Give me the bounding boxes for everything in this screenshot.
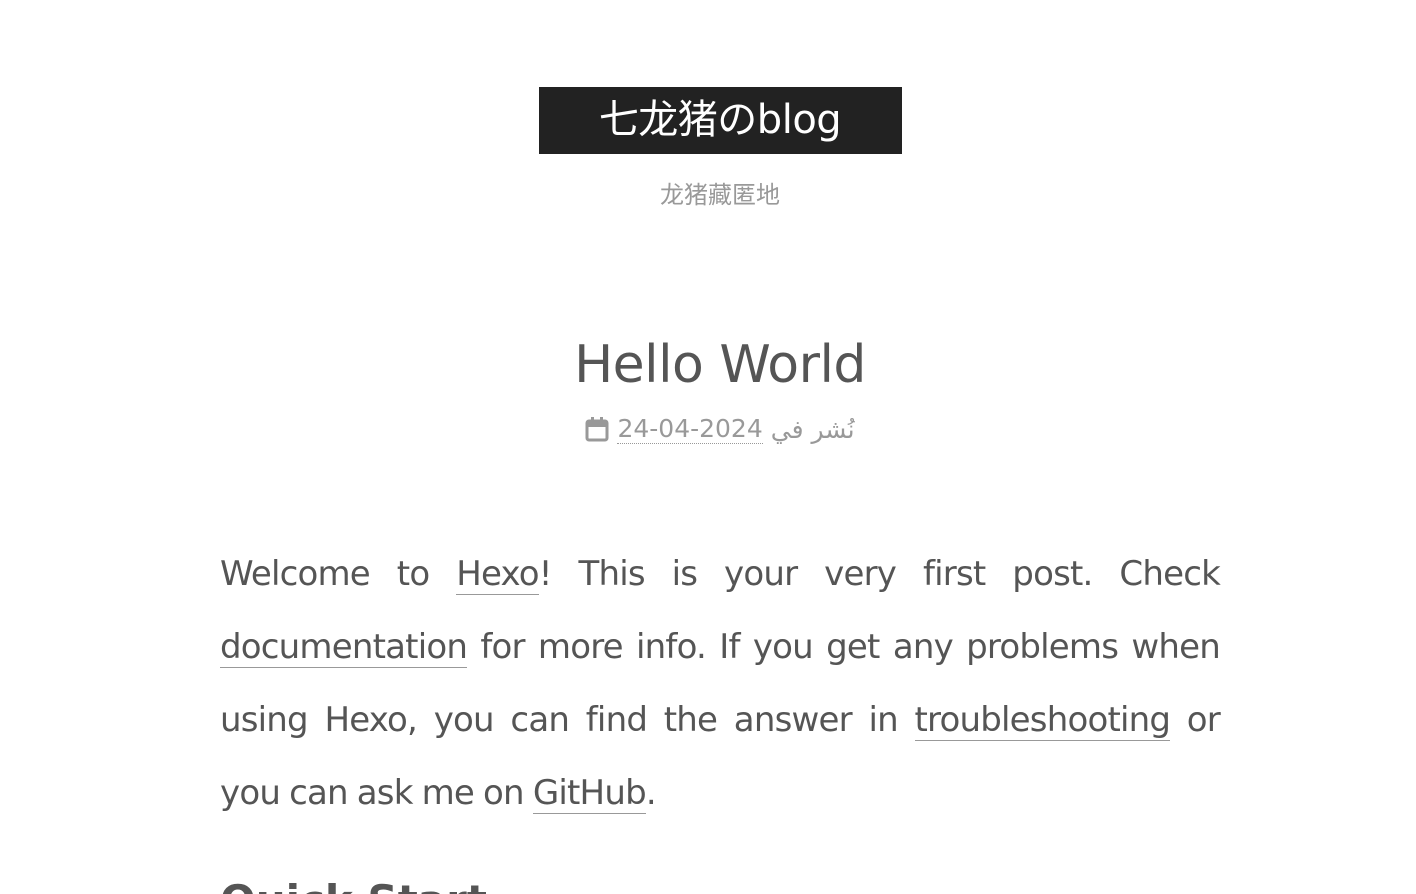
quick-start-heading: Quick Start bbox=[220, 876, 487, 894]
post-paragraph: Welcome to Hexo! This is your very first… bbox=[220, 538, 1221, 830]
site-header: 七龙猪のblog 龙猪藏匿地 bbox=[0, 87, 1416, 210]
post-meta-label: نُشر في bbox=[770, 414, 855, 444]
site-title-link[interactable]: 七龙猪のblog bbox=[599, 97, 842, 143]
body-text: . bbox=[645, 773, 657, 813]
troubleshooting-link[interactable]: troubleshooting bbox=[914, 700, 1171, 741]
post-body: Welcome to Hexo! This is your very first… bbox=[220, 538, 1221, 830]
github-link[interactable]: GitHub bbox=[532, 773, 647, 814]
body-text: Welcome to bbox=[220, 554, 457, 594]
site-subtitle: 龙猪藏匿地 bbox=[660, 181, 780, 209]
page: 七龙猪のblog 龙猪藏匿地 Hello World 24-04-2024 نُ… bbox=[0, 0, 1416, 894]
documentation-link[interactable]: documentation bbox=[220, 627, 468, 668]
post-date[interactable]: 24-04-2024 bbox=[617, 414, 763, 444]
hexo-link[interactable]: Hexo bbox=[456, 554, 540, 595]
post-title: Hello World bbox=[574, 335, 866, 395]
post-meta: 24-04-2024 نُشر في bbox=[585, 414, 855, 444]
calendar-icon bbox=[585, 416, 609, 442]
body-text: ! This is your very first post. Check bbox=[538, 554, 1221, 594]
post-header: Hello World 24-04-2024 نُشر في bbox=[0, 330, 1416, 446]
site-title-box[interactable]: 七龙猪のblog bbox=[538, 87, 902, 154]
